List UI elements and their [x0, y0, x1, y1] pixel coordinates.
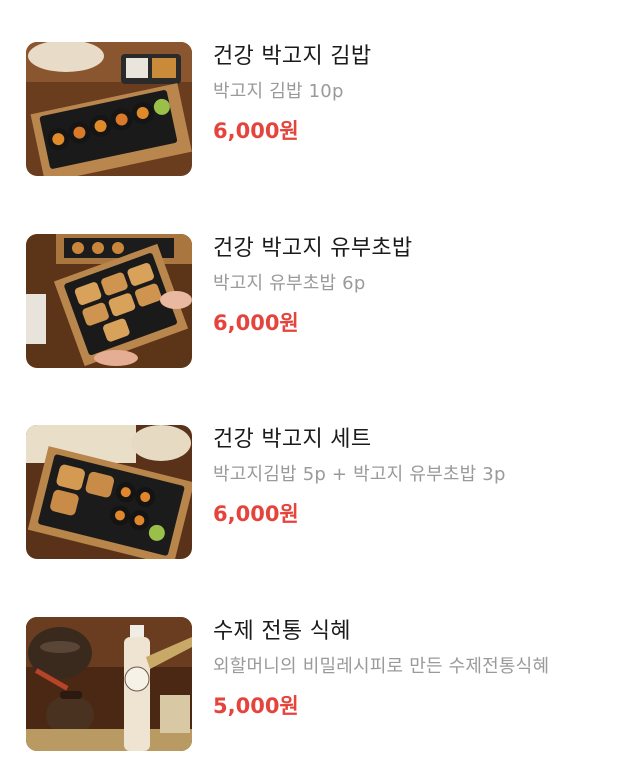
menu-list: 건강 박고지 김밥 박고지 김밥 10p 6,000원 건강 박고지 유부초밥 … — [0, 0, 630, 780]
menu-item-description: 외할머니의 비밀레시피로 만든 수제전통식혜 — [213, 656, 550, 677]
menu-item-name: 건강 박고지 유부초밥 — [213, 236, 413, 261]
menu-item[interactable]: 건강 박고지 유부초밥 박고지 유부초밥 6p 6,000원 — [0, 234, 630, 370]
kimbap-platter-photo — [26, 42, 192, 176]
menu-item[interactable]: 건강 박고지 김밥 박고지 김밥 10p 6,000원 — [0, 42, 630, 178]
menu-item-price: 6,000원 — [213, 502, 299, 526]
menu-item-name: 건강 박고지 세트 — [213, 427, 372, 452]
menu-item-description: 박고지 김밥 10p — [213, 81, 344, 102]
menu-item-price: 5,000원 — [213, 694, 299, 718]
menu-item[interactable]: 수제 전통 식혜 외할머니의 비밀레시피로 만든 수제전통식혜 5,000원 — [0, 617, 630, 753]
menu-item-description: 박고지김밥 5p + 박고지 유부초밥 3p — [213, 464, 506, 485]
set-platter-photo — [26, 425, 192, 559]
menu-item-price: 6,000원 — [213, 311, 299, 335]
menu-item-name: 건강 박고지 김밥 — [213, 44, 372, 69]
menu-item-price: 6,000원 — [213, 119, 299, 143]
yubuchobap-platter-photo — [26, 234, 192, 368]
sikhye-bottle-photo — [26, 617, 192, 751]
menu-item-description: 박고지 유부초밥 6p — [213, 273, 366, 294]
menu-item-name: 수제 전통 식혜 — [213, 619, 351, 644]
menu-item[interactable]: 건강 박고지 세트 박고지김밥 5p + 박고지 유부초밥 3p 6,000원 — [0, 425, 630, 561]
